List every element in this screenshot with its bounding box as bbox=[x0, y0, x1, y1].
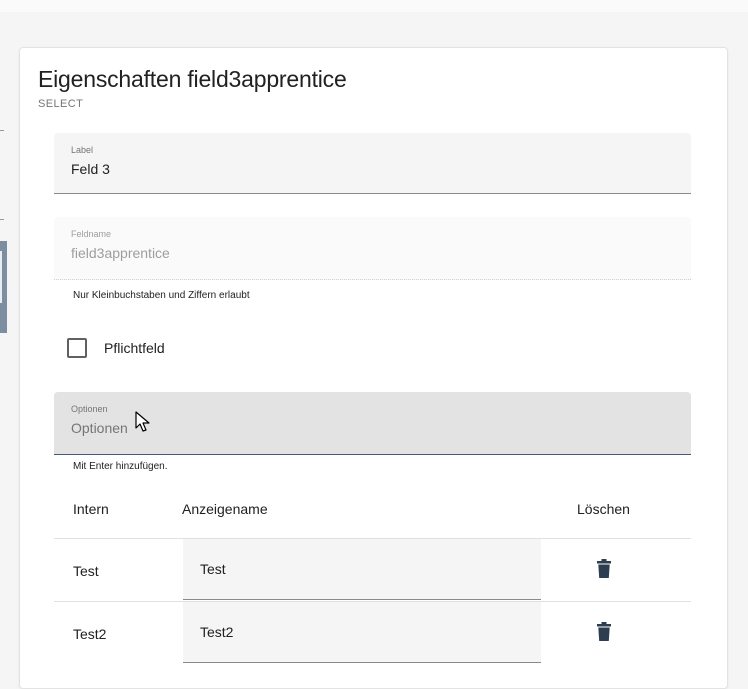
table-row: Test Test bbox=[54, 538, 691, 601]
anzeigename-value[interactable]: Test2 bbox=[200, 624, 233, 640]
table-row: Test2 Test2 bbox=[54, 601, 691, 664]
feldname-field: Feldname field3apprentice bbox=[54, 217, 691, 280]
feldname-hint: Nur Kleinbuchstaben und Ziffern erlaubt bbox=[73, 290, 250, 301]
optionen-placeholder[interactable]: Optionen bbox=[71, 420, 128, 436]
mouse-pointer-icon bbox=[135, 411, 150, 432]
column-header-intern: Intern bbox=[73, 501, 109, 517]
trash-icon[interactable] bbox=[597, 622, 611, 641]
optionen-hint: Mit Enter hinzufügen. bbox=[73, 461, 168, 472]
label-field-label: Label bbox=[71, 145, 94, 155]
pflichtfeld-label[interactable]: Pflichtfeld bbox=[104, 340, 165, 356]
label-field[interactable]: Label Feld 3 bbox=[54, 133, 691, 194]
sidebar-divider bbox=[0, 130, 4, 131]
card-title: Eigenschaften field3apprentice bbox=[38, 66, 347, 92]
column-header-anzeigename: Anzeigename bbox=[182, 501, 268, 517]
optionen-field-label: Optionen bbox=[71, 404, 108, 414]
anzeigename-input[interactable]: Test bbox=[183, 539, 541, 600]
feldname-field-value: field3apprentice bbox=[71, 245, 170, 261]
properties-card: Eigenschaften field3apprentice SELECT La… bbox=[19, 47, 728, 689]
anzeigename-value[interactable]: Test bbox=[200, 561, 226, 577]
column-header-loeschen: Löschen bbox=[577, 501, 630, 517]
sidebar-divider bbox=[0, 219, 4, 220]
feldname-field-label: Feldname bbox=[71, 229, 112, 239]
sidebar-edge bbox=[0, 12, 10, 677]
card-subtitle: SELECT bbox=[38, 98, 84, 110]
pflichtfeld-checkbox[interactable] bbox=[67, 338, 87, 358]
label-field-value[interactable]: Feld 3 bbox=[71, 161, 110, 177]
cell-intern: Test2 bbox=[73, 626, 107, 642]
top-bar bbox=[0, 0, 748, 12]
sidebar-active-item[interactable] bbox=[0, 241, 7, 333]
trash-icon[interactable] bbox=[597, 559, 611, 578]
cell-intern: Test bbox=[73, 563, 99, 579]
anzeigename-input[interactable]: Test2 bbox=[183, 602, 541, 663]
